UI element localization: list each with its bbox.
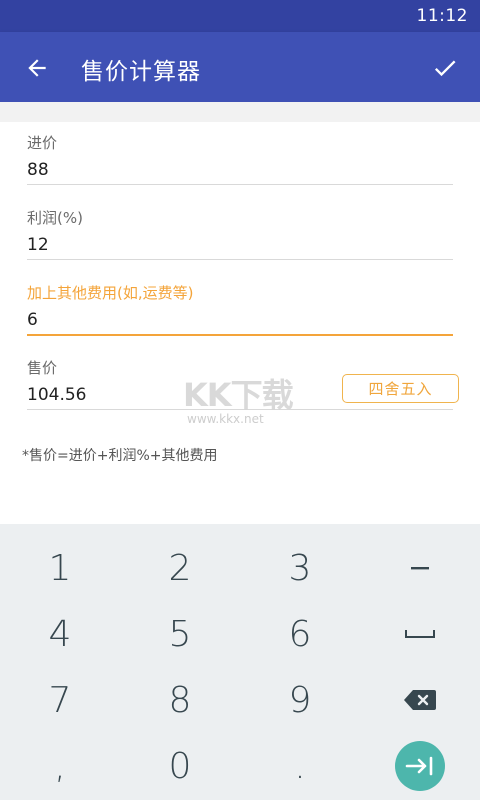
key-9[interactable]: 9 xyxy=(240,667,360,733)
back-button[interactable] xyxy=(18,49,56,87)
key-7[interactable]: 7 xyxy=(0,667,120,733)
status-time: 11:12 xyxy=(416,6,468,26)
sale-price-underline xyxy=(27,409,453,410)
key-3[interactable]: 3 xyxy=(240,535,360,601)
key-0[interactable]: 0 xyxy=(120,733,240,799)
status-bar: 11:12 xyxy=(0,0,480,32)
key-dot[interactable]: . xyxy=(240,733,360,799)
other-fees-label: 加上其他费用(如,运费等) xyxy=(27,284,194,302)
check-icon xyxy=(434,60,456,77)
key-4[interactable]: 4 xyxy=(0,601,120,667)
page-title: 售价计算器 xyxy=(81,59,201,85)
key-backspace[interactable] xyxy=(360,667,480,733)
key-1[interactable]: 1 xyxy=(0,535,120,601)
minus-icon xyxy=(411,567,429,570)
key-8[interactable]: 8 xyxy=(120,667,240,733)
cost-price-label: 进价 xyxy=(27,134,58,152)
arrow-left-icon xyxy=(28,59,46,77)
tab-arrow-icon xyxy=(405,756,433,776)
profit-label: 利润(%) xyxy=(27,209,83,227)
app-bar: 售价计算器 xyxy=(0,32,480,102)
form-content: 进价 88 利润(%) 12 加上其他费用(如,运费等) 6 售价 104.56… xyxy=(0,102,480,524)
key-2[interactable]: 2 xyxy=(120,535,240,601)
key-next[interactable] xyxy=(360,733,480,799)
other-fees-underline xyxy=(27,334,453,336)
confirm-button[interactable] xyxy=(426,49,464,87)
profit-input[interactable]: 12 xyxy=(27,235,453,259)
numeric-keypad: 1 2 3 4 5 6 7 8 9 , 0 . xyxy=(0,524,480,800)
key-space[interactable] xyxy=(360,601,480,667)
other-fees-field[interactable]: 加上其他费用(如,运费等) 6 xyxy=(27,282,453,336)
round-button[interactable]: 四舍五入 xyxy=(342,374,459,403)
cost-price-underline xyxy=(27,184,453,185)
key-5[interactable]: 5 xyxy=(120,601,240,667)
profit-field[interactable]: 利润(%) 12 xyxy=(27,207,453,260)
content-top-strip xyxy=(0,102,480,122)
profit-underline xyxy=(27,259,453,260)
other-fees-input[interactable]: 6 xyxy=(27,310,453,334)
next-field-button[interactable] xyxy=(395,741,445,791)
space-icon xyxy=(405,630,435,638)
key-comma[interactable]: , xyxy=(0,733,120,799)
key-minus[interactable] xyxy=(360,535,480,601)
formula-note: *售价=进价+利润%+其他费用 xyxy=(22,448,218,464)
watermark-url: www.kkx.net xyxy=(187,412,264,426)
cost-price-field[interactable]: 进价 88 xyxy=(27,132,453,185)
key-6[interactable]: 6 xyxy=(240,601,360,667)
backspace-icon xyxy=(404,690,436,710)
cost-price-input[interactable]: 88 xyxy=(27,160,453,184)
